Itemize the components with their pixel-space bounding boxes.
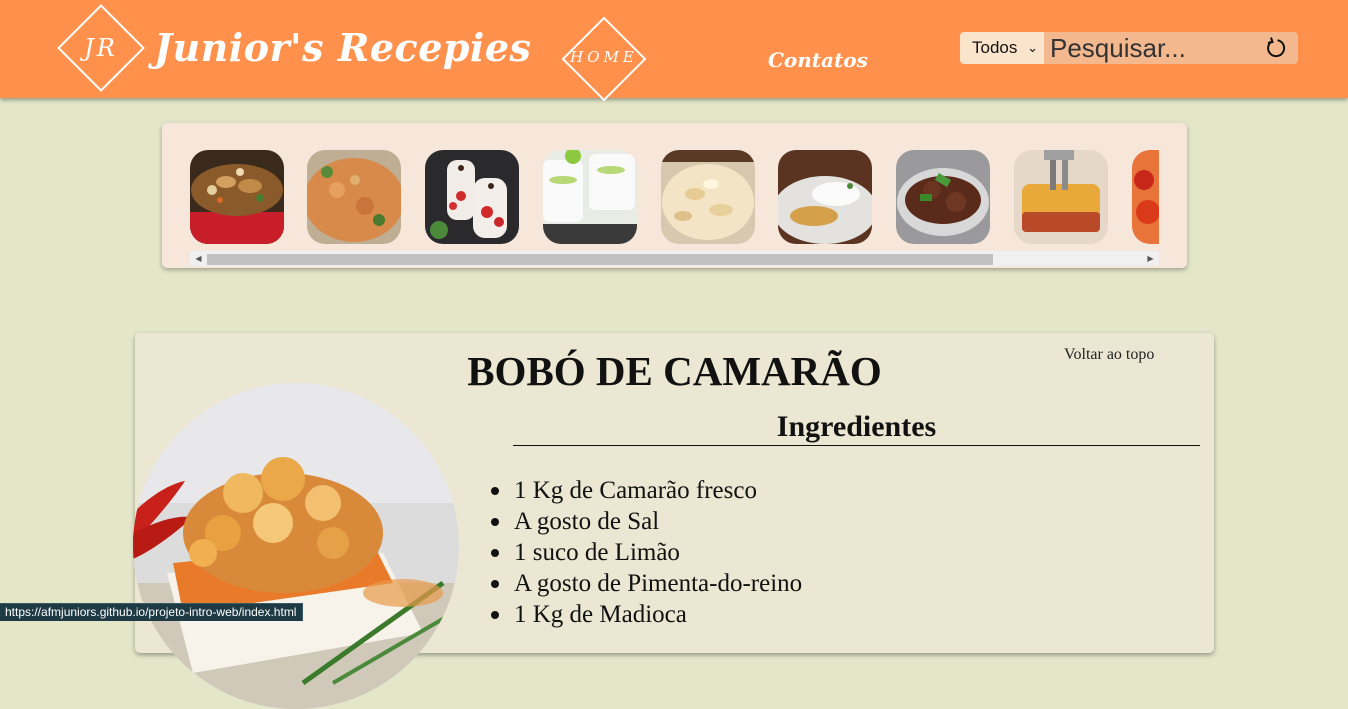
- ingredient-item: 1 suco de Limão: [490, 537, 802, 568]
- recipe-carousel: ◀ ▶: [162, 123, 1187, 268]
- scroll-right-arrow-icon[interactable]: ▶: [1142, 251, 1159, 266]
- chevron-down-icon: ⌄: [1027, 40, 1038, 55]
- logo-monogram[interactable]: JR: [55, 28, 147, 68]
- ingredient-item: A gosto de Sal: [490, 506, 802, 537]
- lasagna-photo[interactable]: [1014, 150, 1108, 244]
- nav-contatos-link[interactable]: Contatos: [768, 48, 868, 72]
- refresh-icon[interactable]: [1264, 36, 1288, 60]
- rice-dish-photo[interactable]: [307, 150, 401, 244]
- carousel-track[interactable]: [190, 150, 1159, 244]
- site-header: JR Junior's Recepies HOME Contatos Todos…: [0, 0, 1348, 102]
- breaded-fish-rice-photo[interactable]: [778, 150, 872, 244]
- meat-stew-photo[interactable]: [896, 150, 990, 244]
- lime-mousse-cups-photo[interactable]: [543, 150, 637, 244]
- search-input[interactable]: Pesquisar...: [1050, 32, 1250, 64]
- back-to-top-link[interactable]: Voltar ao topo: [1064, 346, 1154, 364]
- ingredients-list: 1 Kg de Camarão fresco A gosto de Sal 1 …: [490, 475, 803, 630]
- strawberry-dessert-cups-photo[interactable]: [425, 150, 519, 244]
- search-bar: Todos ⌄ Pesquisar...: [960, 32, 1298, 64]
- ingredient-item: 1 Kg de Camarão fresco: [490, 475, 802, 506]
- scrollbar-thumb[interactable]: [207, 254, 993, 265]
- ingredient-item: A gosto de Pimenta-do-reino: [490, 570, 803, 597]
- stir-fry-noodles-photo[interactable]: [190, 150, 284, 244]
- creamy-pasta-photo[interactable]: [661, 150, 755, 244]
- category-select-value: Todos: [972, 38, 1018, 57]
- link-status-bar: https://afmjuniors.github.io/projeto-int…: [0, 603, 304, 621]
- carousel-scrollbar[interactable]: ◀ ▶: [190, 251, 1159, 266]
- scroll-left-arrow-icon[interactable]: ◀: [190, 251, 207, 266]
- nav-home-link[interactable]: HOME: [556, 48, 652, 66]
- tomato-dish-photo[interactable]: [1132, 150, 1159, 244]
- recipe-photo: [133, 383, 459, 709]
- ingredients-divider: [513, 445, 1200, 446]
- category-select[interactable]: Todos ⌄: [960, 32, 1044, 64]
- brand-title[interactable]: Junior's Recepies: [154, 22, 531, 74]
- ingredient-item: 1 Kg de Madioca: [490, 599, 802, 630]
- ingredients-heading: Ingredientes: [776, 410, 937, 443]
